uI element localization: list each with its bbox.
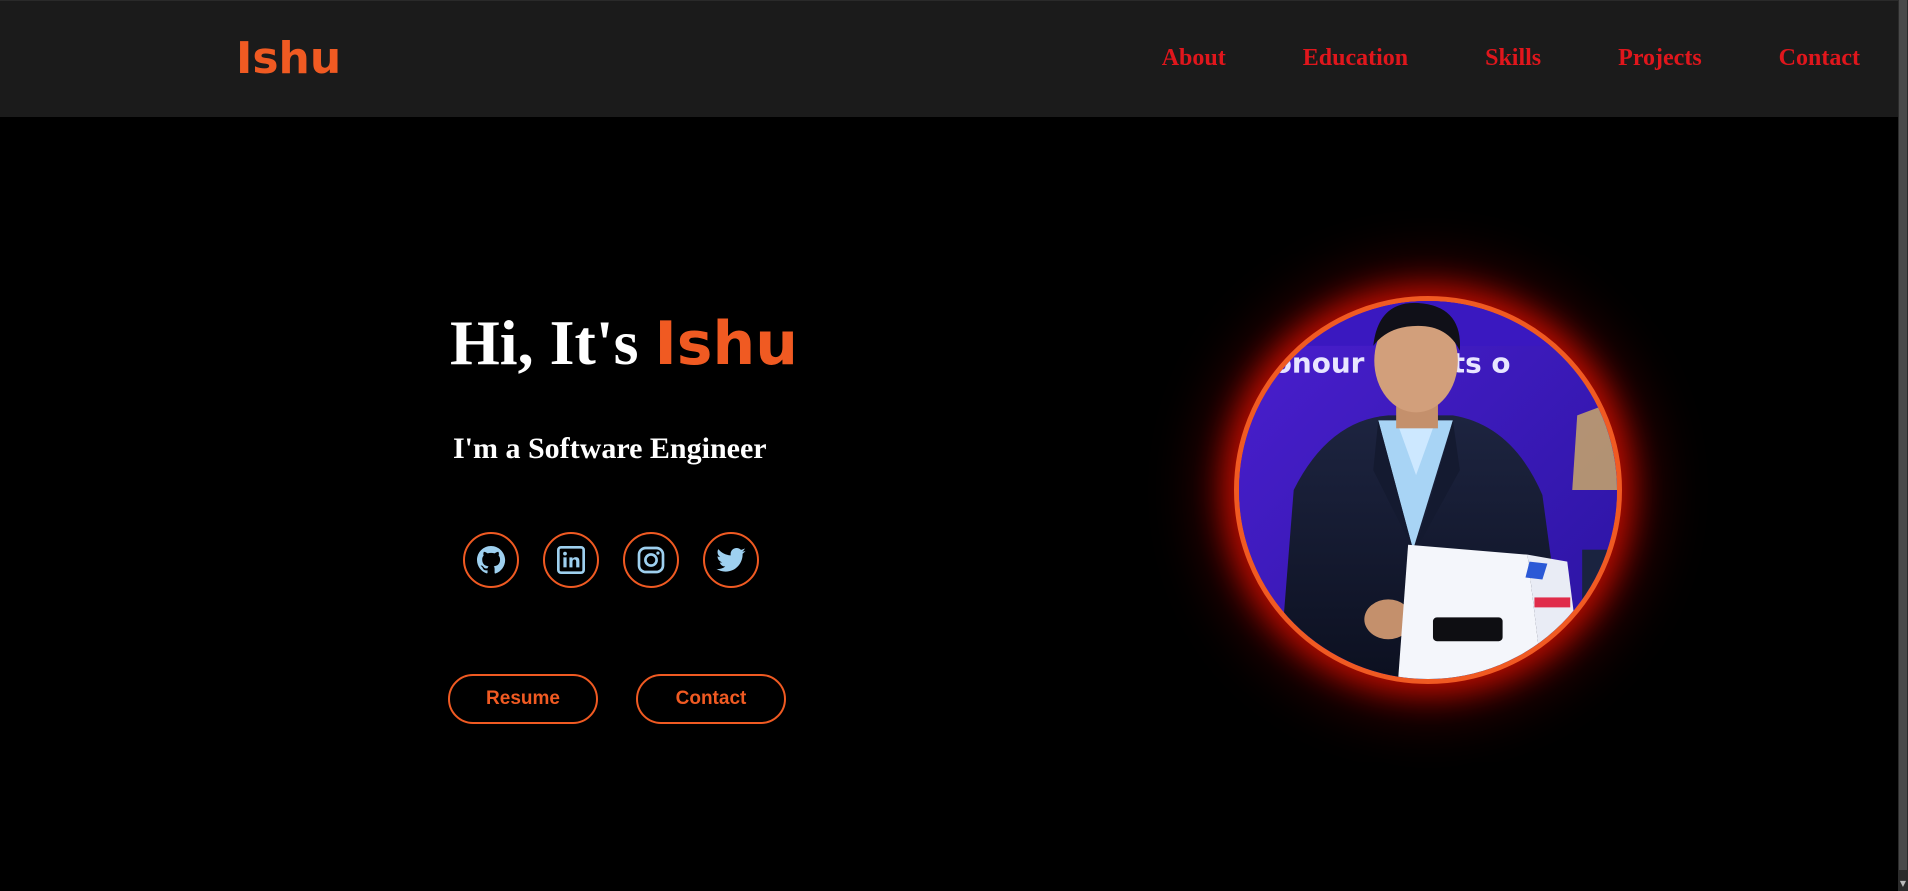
instagram-link[interactable]: [623, 532, 679, 588]
twitter-link[interactable]: [703, 532, 759, 588]
site-header: Ishu About Education Skills Projects Con…: [0, 0, 1898, 117]
scroll-thumb[interactable]: [1899, 0, 1907, 870]
twitter-icon: [716, 548, 746, 572]
greeting-prefix: Hi, It's: [450, 307, 655, 378]
site-logo[interactable]: Ishu: [236, 33, 341, 84]
nav-about[interactable]: About: [1162, 45, 1226, 72]
contact-button[interactable]: Contact: [636, 674, 786, 724]
vertical-scrollbar[interactable]: ▼: [1898, 0, 1908, 891]
social-links: [463, 532, 783, 588]
nav-education[interactable]: Education: [1303, 45, 1408, 72]
linkedin-icon: [557, 546, 585, 574]
hero-greeting: Hi, It's Ishu: [450, 306, 798, 380]
github-link[interactable]: [463, 532, 519, 588]
instagram-icon: [637, 546, 665, 574]
nav-projects[interactable]: Projects: [1618, 45, 1702, 72]
nav-skills[interactable]: Skills: [1485, 45, 1541, 72]
hero-role: I'm a Software Engineer: [453, 432, 767, 465]
linkedin-link[interactable]: [543, 532, 599, 588]
page: Ishu About Education Skills Projects Con…: [0, 0, 1908, 891]
scroll-down-arrow-icon[interactable]: ▼: [1899, 879, 1907, 889]
nav-contact[interactable]: Contact: [1779, 45, 1860, 72]
resume-button[interactable]: Resume: [448, 674, 598, 724]
profile-photo: nonour ipients o: [1234, 296, 1622, 684]
main-nav: About Education Skills Projects Contact: [1085, 45, 1860, 72]
hero-buttons: Resume Contact: [448, 674, 824, 724]
profile-illustration: nonour ipients o: [1239, 301, 1617, 679]
greeting-name: Ishu: [654, 309, 798, 379]
github-icon: [477, 546, 506, 574]
